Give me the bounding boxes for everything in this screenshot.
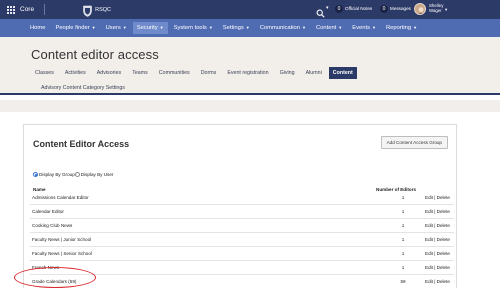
nav-people-finder[interactable]: People finder ▼ — [55, 22, 95, 34]
tab-event-registration[interactable]: Event registration — [223, 67, 272, 79]
display-by-user-radio[interactable] — [74, 172, 80, 177]
group-name: Faculty News | Junior School — [32, 237, 92, 242]
avatar[interactable] — [414, 3, 426, 15]
panel-title: Content Editor Access — [33, 139, 130, 149]
tab-activities[interactable]: Activities — [61, 67, 90, 79]
nav-content[interactable]: Content ▼ — [316, 22, 342, 34]
nav-home[interactable]: Home — [30, 22, 45, 34]
editor-count: 1 — [401, 237, 405, 242]
tab-classes[interactable]: Classes — [31, 67, 58, 79]
edit-delete-links[interactable]: Edit | Delete — [425, 265, 450, 270]
tab-communities[interactable]: Communities — [155, 67, 194, 79]
divider — [44, 4, 46, 15]
chevron-down-icon: ▼ — [245, 25, 250, 30]
table-row: Faculty News | Senior School 1 Edit | De… — [30, 247, 454, 261]
chevron-down-icon: ▼ — [302, 25, 306, 30]
content-editor-access-panel: Content Editor Access Add Content Access… — [23, 124, 457, 288]
chevron-down-icon: ▼ — [413, 25, 418, 30]
display-mode-radios: Display By Group Display By User — [33, 172, 113, 177]
edit-delete-links[interactable]: Edit | Delete — [425, 195, 450, 200]
edit-delete-links[interactable]: Edit | Delete — [425, 251, 450, 256]
official-notes-link[interactable]: Official Notes — [345, 6, 372, 11]
table-row: Cooking Club News 1 Edit | Delete — [30, 219, 454, 233]
edit-delete-links[interactable]: Edit | Delete — [425, 237, 450, 242]
search-chevron-down-icon[interactable]: ▾ — [326, 5, 329, 11]
edit-delete-links[interactable]: Edit | Delete — [425, 223, 450, 228]
display-by-group-radio[interactable] — [33, 172, 38, 177]
table-row: Admissions Calendar Editor 1 Edit | Dele… — [30, 191, 454, 205]
add-content-access-group-button[interactable]: Add Content Access Group — [380, 136, 448, 149]
nav-system-tools[interactable]: System tools ▼ — [174, 22, 213, 34]
highlight-ring — [14, 267, 96, 288]
nav-events[interactable]: Events ▼ — [352, 22, 376, 34]
main-nav: Home People finder ▼ Users ▼ Security ▼ Sys… — [0, 19, 500, 37]
search-icon[interactable] — [316, 5, 325, 18]
chevron-down-icon: ▼ — [159, 25, 164, 30]
editor-count: 1 — [401, 209, 405, 214]
edit-delete-links[interactable]: Edit | Delete — [425, 279, 450, 284]
messages-count-badge[interactable]: 0 — [380, 5, 388, 13]
chevron-down-icon: ▼ — [91, 25, 96, 30]
tab-content[interactable]: Content — [328, 67, 357, 79]
editor-count: 1 — [401, 265, 405, 270]
editor-count: 1 — [401, 223, 405, 228]
group-name: Calendar Editor — [32, 209, 64, 214]
user-menu-chevron-down-icon[interactable]: ▾ — [445, 7, 447, 13]
tab-dorms[interactable]: Dorms — [197, 67, 221, 79]
app-label[interactable]: Core — [20, 6, 34, 13]
page-title: Content editor access — [31, 47, 159, 62]
page-header: Content editor access Classes Activities… — [0, 37, 500, 95]
content-strip — [0, 100, 500, 112]
edit-delete-links[interactable]: Edit | Delete — [425, 209, 450, 214]
nav-reporting[interactable]: Reporting ▼ — [386, 22, 417, 34]
display-by-user-label[interactable]: Display By User — [81, 172, 114, 177]
tab-advisory-content-category-settings[interactable]: Advisory Content Category Settings — [41, 85, 125, 91]
editor-count: 1 — [401, 195, 405, 200]
tab-giving[interactable]: Giving — [276, 67, 299, 79]
group-name: Admissions Calendar Editor — [32, 195, 89, 200]
notes-count-badge[interactable]: 0 — [335, 5, 343, 13]
messages-link[interactable]: Messages — [390, 6, 411, 11]
tab-bar: Classes Activities Advisories Teams Comm… — [31, 67, 360, 79]
tab-alumni[interactable]: Alumni — [302, 67, 326, 79]
group-name: Cooking Club News — [32, 223, 73, 228]
chevron-down-icon: ▼ — [208, 25, 213, 30]
school-crest-icon[interactable] — [83, 4, 92, 17]
tab-advisories[interactable]: Advisories — [93, 67, 125, 79]
tab-teams[interactable]: Teams — [128, 67, 152, 79]
nav-communication[interactable]: Communication ▼ — [260, 22, 306, 34]
school-name[interactable]: RSQC — [95, 7, 111, 13]
user-name[interactable]: Shelley Wager — [429, 3, 443, 13]
app-grid-icon[interactable] — [7, 5, 15, 14]
table-row: French News 1 Edit | Delete — [30, 261, 454, 275]
nav-security[interactable]: Security ▼ — [132, 22, 168, 34]
display-by-group-label[interactable]: Display By Group — [39, 172, 75, 177]
chevron-down-icon: ▼ — [338, 25, 343, 30]
table-row: Calendar Editor 1 Edit | Delete — [30, 205, 454, 219]
chevron-down-icon: ▼ — [371, 25, 376, 30]
editor-count: 59 — [400, 279, 406, 284]
nav-users[interactable]: Users ▼ — [106, 22, 127, 34]
editor-count: 1 — [401, 251, 405, 256]
nav-settings[interactable]: Settings ▼ — [223, 22, 250, 34]
group-name: Faculty News | Senior School — [32, 251, 92, 256]
chevron-down-icon: ▼ — [122, 25, 127, 30]
table-row: Faculty News | Junior School 1 Edit | De… — [30, 233, 454, 247]
